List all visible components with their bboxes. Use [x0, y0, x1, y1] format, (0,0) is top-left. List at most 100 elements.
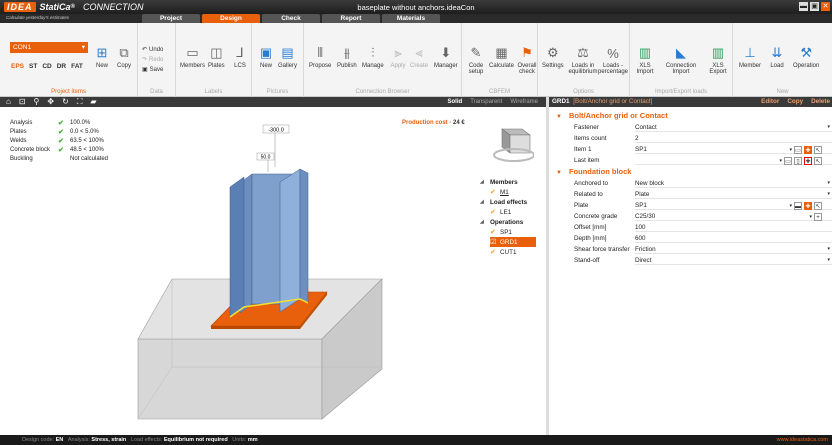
lcs-button[interactable]: ⅃ LCS [232, 45, 248, 69]
result-label: Welds [10, 137, 27, 144]
status-analysis: Stress, strain [91, 437, 127, 443]
camera-icon[interactable]: ▰ [90, 97, 96, 107]
tree-op-grd1[interactable]: ☑ GRD1 [490, 237, 536, 247]
code-setup-button[interactable]: ✎ Code setup [466, 45, 486, 75]
plates-label-button[interactable]: ◫ Plates [208, 45, 225, 69]
pick-icon[interactable]: ✚ [804, 201, 812, 210]
shear-transfer-select[interactable]: Friction ▾ [635, 245, 832, 254]
copy-button[interactable]: Copy [787, 97, 803, 107]
chevron-down-icon[interactable]: ▾ [789, 203, 792, 209]
save-button[interactable]: ▣ Save [142, 66, 163, 74]
depth-input[interactable]: 600 [635, 234, 832, 243]
propose-button[interactable]: ⫴ Propose [309, 45, 331, 69]
stand-off-select[interactable]: Direct ▾ [635, 256, 832, 265]
pick-icon[interactable]: ✚ [804, 145, 812, 154]
create-button[interactable]: ⫷ Create [410, 45, 428, 69]
settings-button[interactable]: ⚙ Settings [542, 45, 564, 69]
add-material-icon[interactable]: + [814, 212, 822, 221]
xls-export-button[interactable]: ▥ XLS Export [706, 45, 730, 75]
view-wireframe[interactable]: Wireframe [510, 97, 538, 107]
concrete-grade-select[interactable]: C25/30 [635, 212, 832, 221]
apply-button[interactable]: ⫸ Apply [390, 45, 406, 69]
new-condition-button[interactable]: ⊞ New [94, 45, 110, 69]
plate-icon[interactable]: ▬ [794, 201, 802, 210]
prop-label: Shear force transfer [574, 246, 630, 253]
new-operation-button[interactable]: ⚒ Operation [793, 45, 819, 69]
related-select[interactable]: Plate ▾ [635, 190, 832, 199]
tree-load-le1[interactable]: ✔ LE1 [480, 207, 536, 217]
type-dr[interactable]: DR [57, 63, 66, 70]
pick-highlighted-icon[interactable]: ✚ [804, 156, 812, 165]
zoom-icon[interactable]: ⚲ [34, 97, 40, 107]
undo-label: Undo [149, 46, 164, 53]
redo-button[interactable]: ↷ Redo [142, 56, 163, 64]
tab-design[interactable]: Design [202, 14, 260, 23]
delete-button[interactable]: Delete [811, 97, 830, 107]
group-label: Labels [204, 89, 223, 95]
chevron-down-icon[interactable]: ▾ [789, 147, 792, 153]
clear-icon[interactable]: ▯ [794, 156, 802, 165]
type-cd[interactable]: CD [42, 63, 51, 70]
new-load-button[interactable]: ⇊ Load [769, 45, 785, 69]
check-icon: ✔ [58, 137, 64, 145]
members-label-button[interactable]: ▭ Members [180, 45, 205, 69]
view-transparent[interactable]: Transparent [470, 97, 502, 107]
tree-member-m1[interactable]: ✔ M1 [480, 187, 536, 197]
section-bolt-grid[interactable]: ▼ Bolt/Anchor grid or Contact [549, 110, 832, 122]
zoom-window-icon[interactable]: ⊡ [19, 97, 26, 107]
condition-select[interactable]: CON1 ▾ [10, 42, 88, 53]
chevron-down-icon[interactable]: ▾ [779, 158, 782, 164]
xls-import-button[interactable]: ▥ XLS Import [633, 45, 657, 75]
tree-op-cut1[interactable]: ✔ CUT1 [480, 247, 536, 257]
tree-label: Operations [490, 218, 524, 226]
close-button[interactable]: ✕ [821, 2, 830, 11]
copy-condition-button[interactable]: ⧉ Copy [116, 45, 132, 69]
publish-button[interactable]: ⫵ Publish [337, 45, 357, 69]
connection-import-button[interactable]: ◣ Connection Import [666, 45, 696, 75]
website-link[interactable]: www.ideastatica.com [777, 435, 828, 445]
minimize-button[interactable]: ▬ [799, 2, 808, 11]
overall-check-button[interactable]: ⚑ Overall check [517, 45, 537, 75]
rotate-icon[interactable]: ↻ [62, 97, 69, 107]
cursor-icon[interactable]: ↖ [814, 145, 822, 154]
type-st[interactable]: ST [29, 63, 37, 70]
new-picture-button[interactable]: ▣ New [258, 45, 274, 69]
fit-icon[interactable]: ⛶ [77, 97, 83, 107]
pan-icon[interactable]: ✥ [47, 97, 54, 107]
new-member-button[interactable]: ⊥ Member [739, 45, 761, 69]
tree-operations[interactable]: ◢ Operations [480, 217, 536, 227]
items-count-input[interactable]: 2 [635, 134, 832, 143]
tab-materials[interactable]: Materials [382, 14, 440, 23]
calculate-button[interactable]: ▦ Calculate [489, 45, 514, 69]
group-label: Import/Export loads [654, 89, 708, 95]
type-eps[interactable]: EPS [11, 63, 24, 70]
gallery-button[interactable]: ▤ Gallery [278, 45, 297, 69]
loads-percentage-button[interactable]: % Loads - percentage [598, 45, 628, 76]
cursor-icon[interactable]: ↖ [814, 156, 822, 165]
tab-report[interactable]: Report [322, 14, 380, 23]
maximize-button[interactable]: ▣ [810, 2, 819, 11]
anchored-select[interactable]: New block ▾ [635, 179, 832, 188]
tree-op-sp1[interactable]: ✔ SP1 [480, 227, 536, 237]
fastener-select[interactable]: Contact ▾ [635, 123, 832, 132]
loads-equilibrium-button[interactable]: ⚖ Loads in equilibrium [568, 45, 598, 75]
view-solid[interactable]: Solid [448, 97, 463, 107]
tab-check[interactable]: Check [262, 14, 320, 23]
table-icon[interactable]: ▭ [794, 145, 802, 154]
navigation-cube-icon[interactable] [488, 123, 534, 167]
condition-value: CON1 [13, 44, 32, 51]
undo-button[interactable]: ↶ Undo [142, 46, 164, 54]
manage-button[interactable]: ⫶ Manage [362, 45, 384, 69]
home-icon[interactable]: ⌂ [6, 97, 11, 107]
cursor-icon[interactable]: ↖ [814, 201, 822, 210]
tree-members[interactable]: ◢ Members [480, 177, 536, 187]
manager-button[interactable]: ⬇ Manager [434, 45, 458, 69]
chevron-down-icon[interactable]: ▾ [809, 214, 812, 220]
table-icon[interactable]: ▭ [784, 156, 792, 165]
type-fat[interactable]: FAT [71, 63, 83, 70]
tab-project[interactable]: Project [142, 14, 200, 23]
tree-load-effects[interactable]: ◢ Load effects [480, 197, 536, 207]
section-foundation-block[interactable]: ▼ Foundation block [549, 166, 832, 178]
editor-button[interactable]: Editor [761, 97, 779, 107]
offset-input[interactable]: 100 [635, 223, 832, 232]
